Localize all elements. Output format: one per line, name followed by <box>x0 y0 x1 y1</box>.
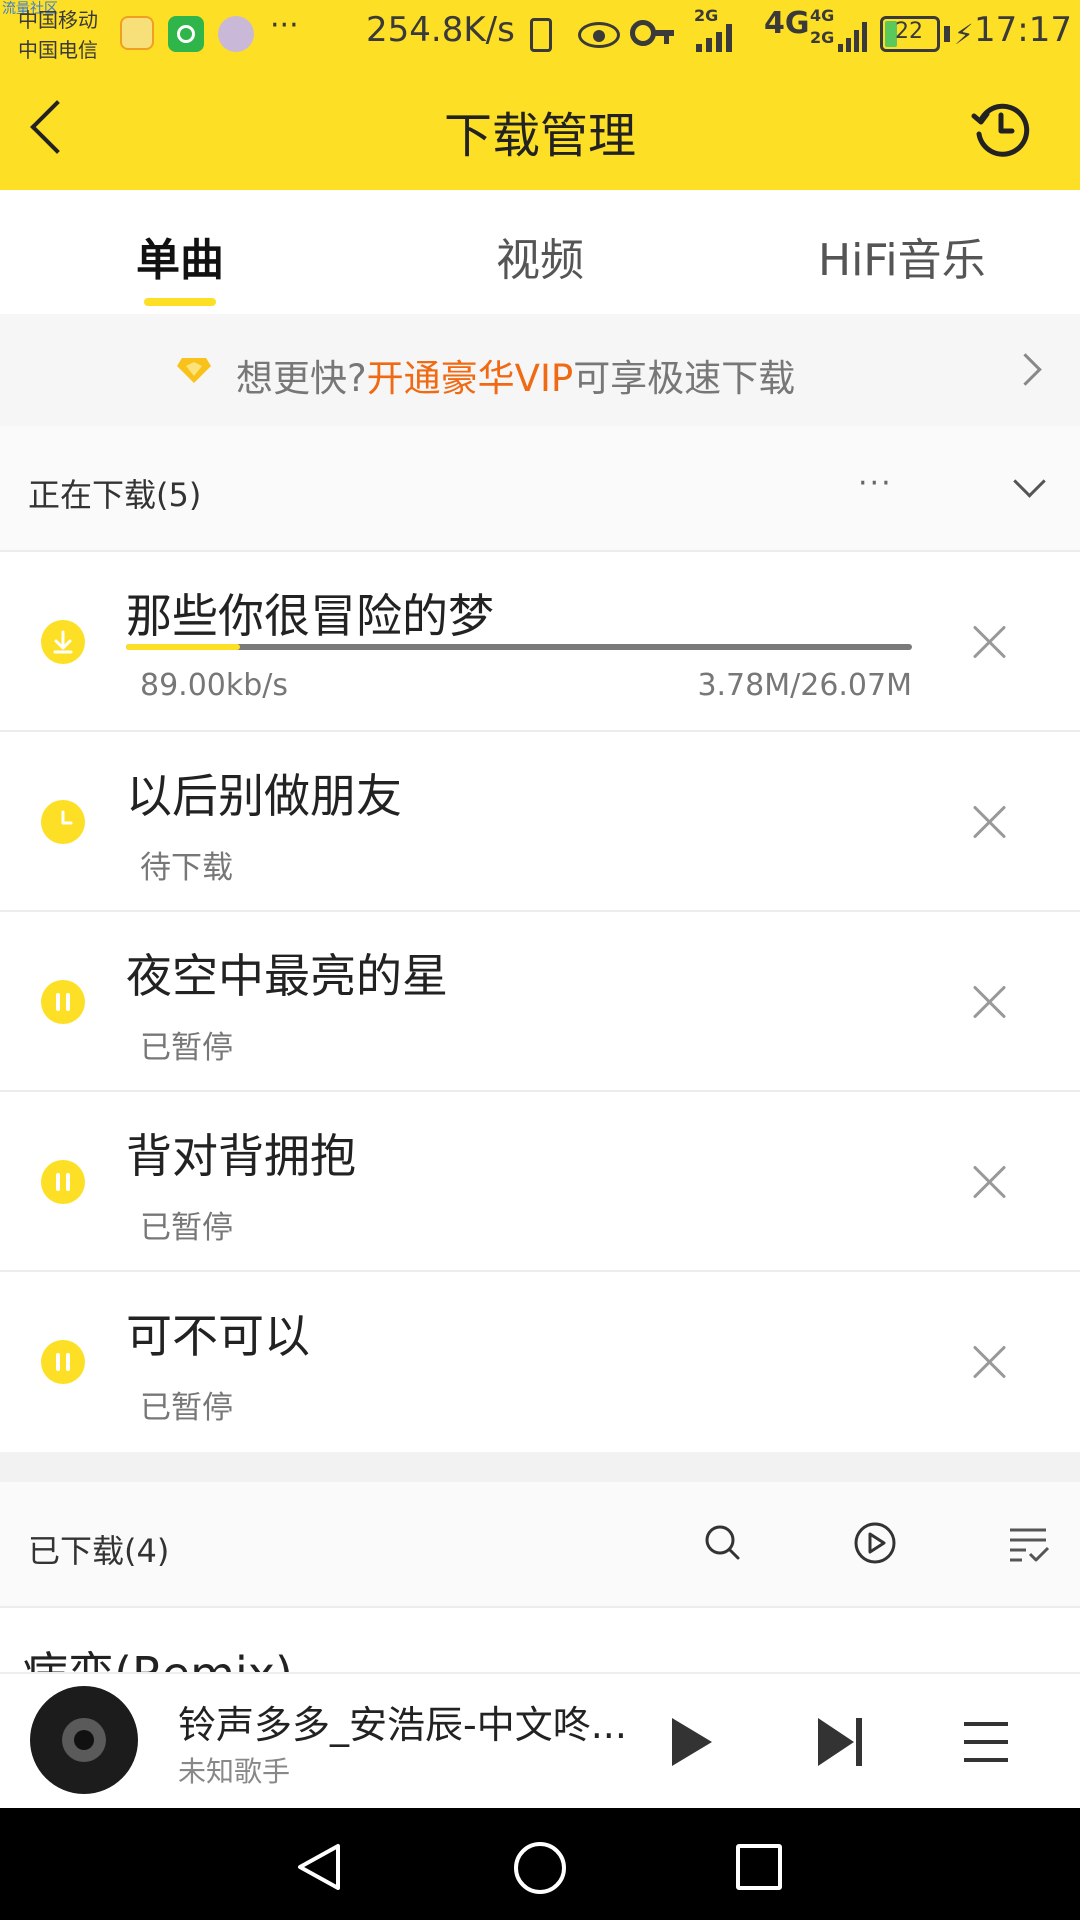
album-art-disc[interactable] <box>30 1686 138 1794</box>
charging-icon: ⚡ <box>954 18 974 51</box>
tab-bar: 单曲 视频 HiFi音乐 <box>0 190 1080 314</box>
download-status: 已暂停 <box>140 1390 233 1426</box>
song-title: 病变(Remix) <box>22 1638 293 1672</box>
tab-label: 单曲 <box>136 235 224 286</box>
downloaded-item[interactable]: 病变(Remix) <box>0 1608 1080 1672</box>
now-playing-artist: 未知歌手 <box>178 1755 291 1788</box>
key-icon <box>630 20 676 50</box>
download-progress-fill <box>126 644 240 650</box>
clock: 17:17 <box>974 10 1072 50</box>
pause-icon[interactable] <box>41 1160 85 1204</box>
download-status: 已暂停 <box>140 1030 233 1066</box>
play-circle-icon <box>854 1522 896 1564</box>
remove-download-button[interactable] <box>970 982 1010 1022</box>
page-title: 下载管理 <box>443 108 636 164</box>
download-speed: 89.00kb/s <box>140 668 289 703</box>
batch-manage-button[interactable] <box>1006 1520 1052 1566</box>
remove-download-button[interactable] <box>970 1342 1010 1382</box>
download-size: 3.78M/26.07M <box>697 668 912 703</box>
download-icon[interactable] <box>41 620 85 664</box>
list-check-icon <box>1010 1528 1050 1562</box>
download-status: 已暂停 <box>140 1210 233 1246</box>
signal-4g-small-label: 4G <box>810 6 835 25</box>
nav-back-button[interactable] <box>294 1842 344 1892</box>
download-item[interactable]: 那些你很冒险的梦 89.00kb/s 3.78M/26.07M <box>0 552 1080 732</box>
signal-bars-icon <box>838 18 870 52</box>
carrier-2: 中国电信 <box>18 38 98 62</box>
tab-indicator <box>144 298 216 306</box>
more-notifications: ··· <box>270 8 299 43</box>
song-title: 那些你很冒险的梦 <box>126 589 494 643</box>
pause-icon[interactable] <box>41 1340 85 1384</box>
downloaded-section-header: 已下载(4) <box>0 1482 1080 1608</box>
now-playing-title: 铃声多多_安浩辰-中文咚... <box>178 1703 627 1747</box>
signal-4g-label: 4G <box>764 6 810 41</box>
app-notification-icon <box>218 16 254 52</box>
mini-player[interactable]: 铃声多多_安浩辰-中文咚... 未知歌手 <box>0 1672 1080 1810</box>
vip-suffix: 可享极速下载 <box>573 357 796 400</box>
pause-icon[interactable] <box>41 980 85 1024</box>
vip-prefix: 想更快? <box>236 357 367 400</box>
song-title: 夜空中最亮的星 <box>126 949 448 1003</box>
download-item[interactable]: 夜空中最亮的星 已暂停 <box>0 912 1080 1092</box>
next-track-button[interactable] <box>816 1716 866 1768</box>
tab-label: 视频 <box>496 235 584 286</box>
clock-icon[interactable] <box>41 800 85 844</box>
song-title: 以后别做朋友 <box>126 769 402 823</box>
signal-2g-small-label: 2G <box>810 28 835 47</box>
vip-highlight[interactable]: 开通豪华VIP <box>367 357 574 400</box>
play-icon <box>672 1718 712 1766</box>
skip-next-icon <box>818 1718 862 1766</box>
vip-banner-text: 想更快?开通豪华VIP可享极速下载 <box>236 348 795 402</box>
chevron-right-icon <box>1009 353 1042 386</box>
search-icon <box>705 1525 740 1560</box>
downloaded-title: 已下载(4) <box>28 1532 170 1570</box>
download-item[interactable]: 可不可以 已暂停 <box>0 1272 1080 1452</box>
download-item[interactable]: 以后别做朋友 待下载 <box>0 732 1080 912</box>
eye-icon <box>578 22 620 48</box>
nav-home-button[interactable] <box>514 1842 566 1894</box>
battery-level: 22 <box>895 19 923 44</box>
downloading-section-header: 正在下载(5) ··· <box>0 426 1080 552</box>
search-button[interactable] <box>700 1520 746 1566</box>
vip-diamond-icon <box>176 356 212 384</box>
history-button[interactable] <box>970 98 1032 160</box>
history-clock-icon <box>971 103 1030 157</box>
app-notification-icon <box>168 16 204 52</box>
collapse-chevron-icon[interactable] <box>1013 465 1046 498</box>
tab-hifi-music[interactable]: HiFi音乐 <box>818 224 986 288</box>
tab-single[interactable]: 单曲 <box>136 224 224 288</box>
system-nav-bar <box>0 1808 1080 1920</box>
download-status: 待下载 <box>140 850 233 886</box>
download-item[interactable]: 背对背拥抱 已暂停 <box>0 1092 1080 1272</box>
vibrate-icon <box>530 18 552 52</box>
network-speed: 254.8K/s <box>366 10 515 50</box>
signal-bars-icon <box>696 22 742 52</box>
triangle-back-icon <box>298 1844 340 1890</box>
song-title: 背对背拥抱 <box>126 1129 356 1183</box>
download-progress-bar <box>126 644 912 650</box>
battery-tip <box>944 26 950 42</box>
app-notification-icon <box>120 16 154 50</box>
more-options-button[interactable]: ··· <box>858 466 893 501</box>
section-divider <box>0 1452 1080 1482</box>
status-bar: 流量社区 中国移动 中国电信 ··· 254.8K/s 2G 4G 4G 2G … <box>0 0 1080 68</box>
tab-video[interactable]: 视频 <box>496 224 584 288</box>
menu-icon <box>964 1722 1008 1762</box>
remove-download-button[interactable] <box>970 802 1010 842</box>
app-header: 下载管理 <box>0 68 1080 190</box>
carrier-1: 中国移动 <box>18 8 98 32</box>
play-button[interactable] <box>668 1716 716 1768</box>
remove-download-button[interactable] <box>970 1162 1010 1202</box>
playlist-button[interactable] <box>962 1720 1010 1764</box>
downloading-title: 正在下载(5) <box>28 476 202 514</box>
play-all-button[interactable] <box>852 1520 898 1566</box>
tab-label: HiFi音乐 <box>818 235 986 286</box>
nav-recents-button[interactable] <box>736 1844 782 1890</box>
battery-icon: 22 <box>880 16 940 52</box>
vip-banner[interactable]: 想更快?开通豪华VIP可享极速下载 <box>0 314 1080 426</box>
song-title: 可不可以 <box>126 1309 310 1363</box>
remove-download-button[interactable] <box>970 622 1010 662</box>
